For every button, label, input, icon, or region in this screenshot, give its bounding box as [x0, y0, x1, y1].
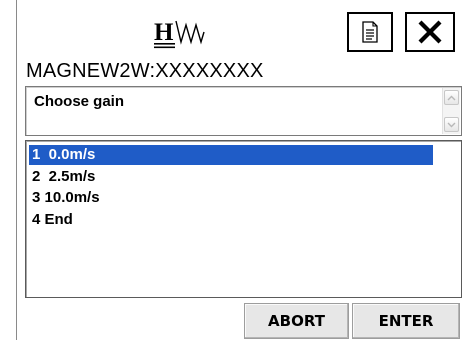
close-button[interactable]: [405, 12, 455, 52]
list-item[interactable]: 2 2.5m/s: [29, 167, 433, 187]
svg-text:H: H: [154, 19, 174, 46]
prompt-text: Choose gain: [34, 93, 125, 110]
scroll-down-button[interactable]: [444, 117, 459, 132]
device-title: MAGNEW2W:XXXXXXXX: [26, 60, 264, 82]
prompt-box: Choose gain: [25, 86, 462, 136]
chevron-up-icon: [447, 95, 456, 100]
hw-logo-icon: H: [154, 19, 205, 49]
document-icon: [362, 21, 378, 43]
chevron-down-icon: [447, 122, 456, 127]
list-item[interactable]: 3 10.0m/s: [29, 188, 433, 208]
document-button[interactable]: [347, 12, 393, 52]
scroll-up-button[interactable]: [444, 90, 459, 105]
list-item[interactable]: 4 End: [29, 210, 433, 230]
abort-button[interactable]: ABORT: [244, 303, 349, 339]
list-item[interactable]: 1 0.0m/s: [29, 145, 433, 165]
window-left-border: [16, 0, 17, 340]
enter-button[interactable]: ENTER: [352, 303, 460, 339]
gain-list: 1 0.0m/s 2 2.5m/s 3 10.0m/s 4 End: [25, 140, 462, 298]
prompt-scrollbar[interactable]: [442, 88, 460, 134]
close-icon: [418, 20, 442, 44]
